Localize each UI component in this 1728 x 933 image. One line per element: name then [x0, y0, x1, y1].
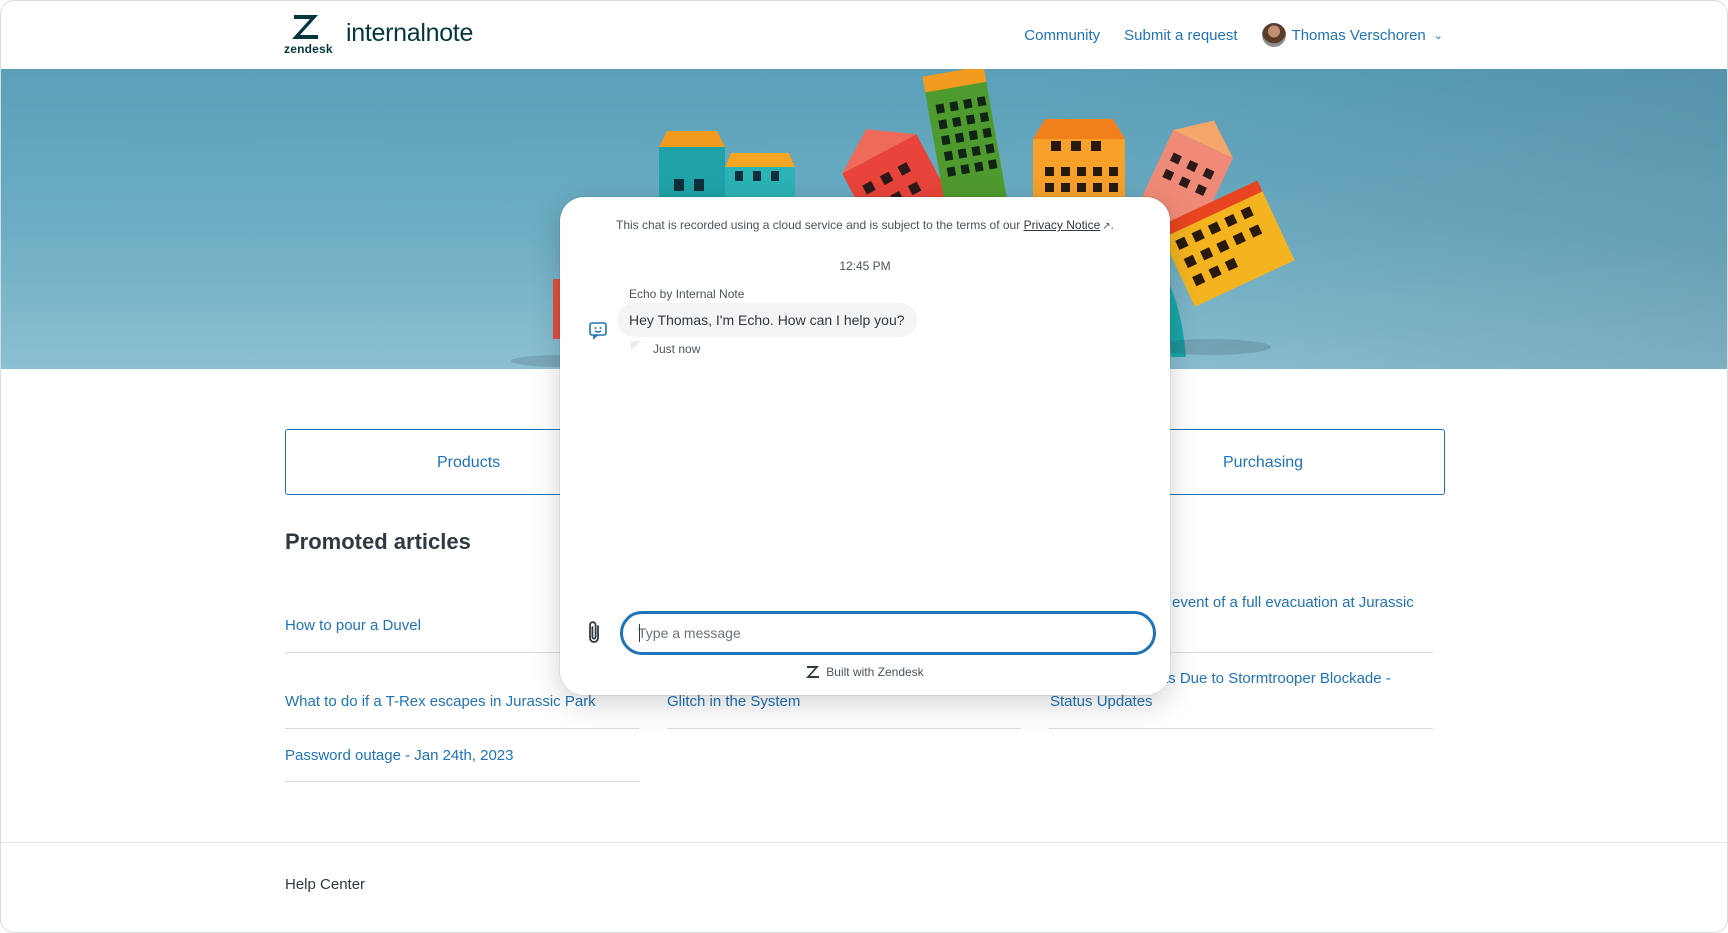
zendesk-icon [806, 666, 820, 678]
text-caret [639, 624, 640, 642]
article-link[interactable]: Password outage - Jan 24th, 2023 [285, 745, 514, 767]
brand-name: internalnote [346, 19, 474, 47]
sender-name: Echo by Internal Note [629, 287, 745, 301]
external-link-icon: ↗ [1102, 221, 1111, 232]
notice-suffix: . [1110, 218, 1114, 232]
message-timestamp: 12:45 PM [839, 259, 891, 273]
message-status: Just now [653, 342, 701, 356]
divider [285, 781, 639, 782]
privacy-notice-link[interactable]: Privacy Notice [1024, 218, 1101, 232]
avatar [1261, 23, 1286, 47]
zendesk-logo: zendesk [284, 13, 340, 56]
powered-by[interactable]: Built with Zendesk [560, 665, 1170, 679]
zendesk-wordmark: zendesk [284, 42, 333, 56]
header-nav: Community Submit a request Thomas Versch… [1024, 23, 1443, 47]
footer-help-center-link[interactable]: Help Center [285, 876, 365, 893]
promoted-articles-title: Promoted articles [285, 529, 471, 554]
zendesk-icon [292, 15, 318, 39]
bot-message-bubble: Hey Thomas, I'm Echo. How can I help you… [617, 303, 917, 337]
chat-bot-icon [582, 314, 614, 346]
article-link[interactable]: How to pour a Duvel [285, 615, 421, 637]
site-header: zendesk internalnote Community Submit a … [1, 1, 1727, 69]
paperclip-icon[interactable] [582, 618, 606, 648]
user-name: Thomas Verschoren [1291, 26, 1426, 44]
site-logo[interactable]: zendesk internalnote [284, 13, 474, 56]
category-label: Products [437, 454, 501, 471]
powered-by-label: Built with Zendesk [826, 665, 924, 679]
footer-divider [1, 842, 1727, 843]
divider [1049, 728, 1433, 729]
privacy-notice: This chat is recorded using a cloud serv… [560, 218, 1170, 232]
article-link[interactable]: What to do if a T-Rex escapes in Jurassi… [285, 691, 596, 713]
bubble-tail [631, 341, 641, 351]
chevron-down-icon: ⌄ [1433, 29, 1443, 42]
browser-page: zendesk internalnote Community Submit a … [0, 0, 1728, 933]
message-input-wrapper [620, 611, 1156, 655]
category-label: Purchasing [1223, 454, 1304, 471]
nav-submit-request-link[interactable]: Submit a request [1124, 27, 1237, 44]
divider [285, 728, 639, 729]
article-link[interactable]: ts Due to Stormtrooper Blockade - [1164, 668, 1391, 690]
article-link[interactable]: event of a full evacuation at Jurassic [1172, 592, 1414, 614]
chat-widget: This chat is recorded using a cloud serv… [560, 197, 1170, 695]
notice-text: This chat is recorded using a cloud serv… [616, 218, 1021, 232]
message-input[interactable] [623, 614, 1153, 652]
user-menu[interactable]: Thomas Verschoren ⌄ [1261, 23, 1443, 47]
divider [667, 728, 1021, 729]
nav-community-link[interactable]: Community [1024, 27, 1100, 44]
